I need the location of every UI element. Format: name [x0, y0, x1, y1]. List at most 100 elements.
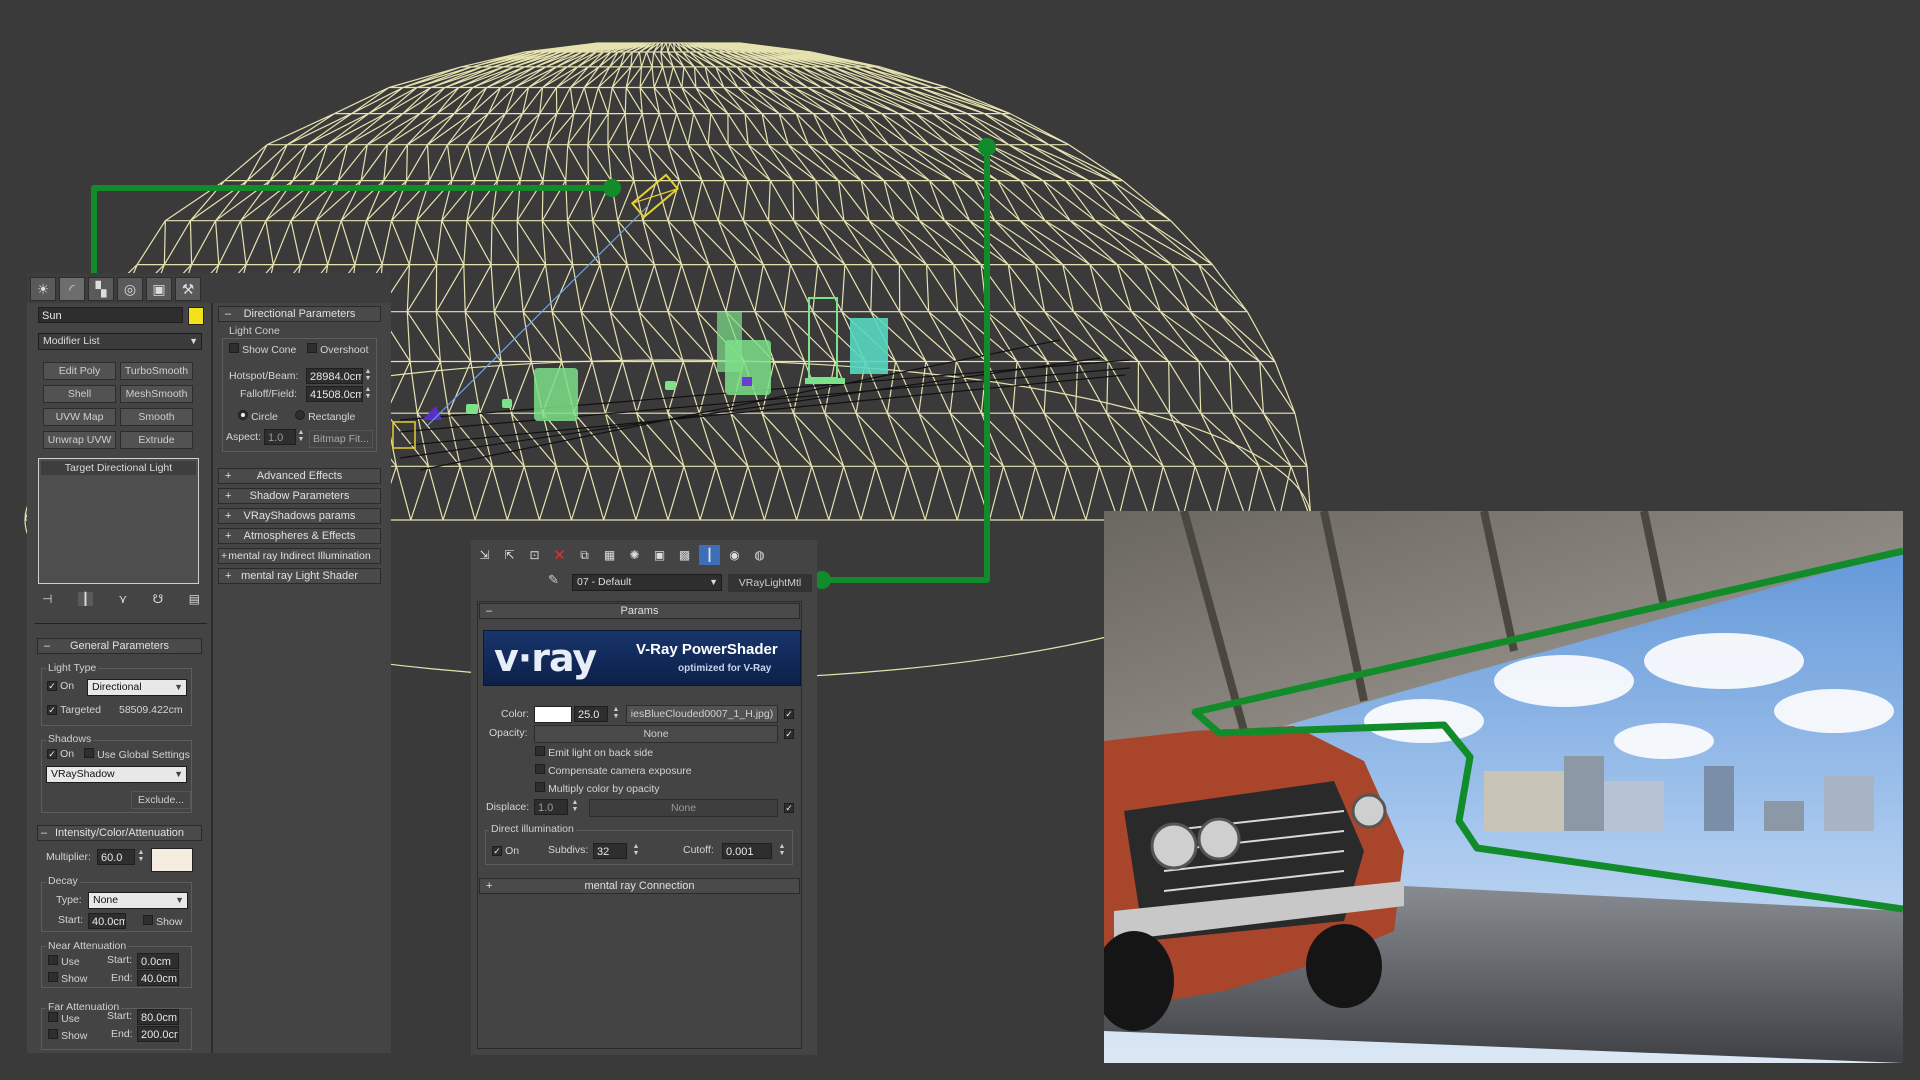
get-material-icon[interactable]: ⇲ [474, 545, 495, 565]
falloff-field[interactable]: 41508.0cm [306, 386, 363, 402]
background-icon[interactable]: ◍ [749, 545, 770, 565]
mental-ray-connection-rollout[interactable]: + mental ray Connection [479, 878, 800, 894]
stack-item-target-directional-light[interactable]: Target Directional Light [41, 461, 196, 475]
emit-back-side-checkbox[interactable]: Emit light on back side [535, 746, 653, 759]
multiplier-field[interactable]: 60.0 [97, 849, 135, 865]
bitmap-fit-button[interactable]: Bitmap Fit... [309, 430, 373, 448]
shell-button[interactable]: Shell [43, 385, 116, 403]
show-cone-checkbox[interactable]: Show Cone [229, 343, 296, 356]
displace-field[interactable]: 1.0 [534, 799, 568, 815]
far-use-checkbox[interactable]: Use [48, 1012, 80, 1025]
edit-poly-button[interactable]: Edit Poly [43, 362, 116, 380]
object-color-swatch[interactable] [188, 307, 204, 325]
cutoff-spinner-icon[interactable]: ▲ ▼ [778, 843, 786, 859]
color-swatch[interactable] [534, 706, 572, 723]
subdivs-spinner-icon[interactable]: ▲ ▼ [632, 843, 640, 859]
directional-parameters-rollout[interactable]: – Directional Parameters [218, 306, 381, 322]
general-parameters-rollout[interactable]: – General Parameters [37, 638, 202, 654]
smooth-button[interactable]: Smooth [120, 408, 193, 426]
opacity-map-button[interactable]: None [534, 725, 778, 743]
displace-spinner-icon[interactable]: ▲ ▼ [571, 799, 579, 815]
mental-ray-indirect-rollout[interactable]: + mental ray Indirect Illumination [218, 548, 381, 564]
vrayshadows-params-rollout[interactable]: + VRayShadows params [218, 508, 381, 524]
modifier-list-dropdown[interactable]: Modifier List ▼ [38, 333, 202, 350]
eyedropper-icon[interactable]: ✎ [548, 572, 559, 588]
multiplier-spinner-icon[interactable]: ▲ ▼ [137, 849, 145, 865]
overshoot-checkbox[interactable]: Overshoot [307, 343, 369, 356]
shadows-on-checkbox[interactable]: ✓ On [47, 748, 74, 760]
displace-map-button[interactable]: None [589, 799, 778, 817]
light-type-dropdown[interactable]: Directional ▼ [87, 679, 187, 696]
put-material-icon[interactable]: ⇱ [499, 545, 520, 565]
atmospheres-effects-rollout[interactable]: + Atmospheres & Effects [218, 528, 381, 544]
show-end-result-icon[interactable]: ▩ [674, 545, 695, 565]
decay-show-checkbox[interactable]: Show [143, 915, 182, 928]
color-spinner-icon[interactable]: ▲ ▼ [612, 706, 620, 722]
hotspot-field[interactable]: 28984.0cm [306, 368, 363, 384]
hierarchy-icon[interactable]: ▚ [88, 277, 114, 301]
turbosmooth-button[interactable]: TurboSmooth [120, 362, 193, 380]
delete-icon[interactable]: ✕ [549, 545, 570, 565]
circle-radio[interactable]: Circle [238, 410, 278, 423]
direct-on-checkbox[interactable]: ✓ On [492, 845, 519, 857]
create-icon[interactable]: ☀ [30, 277, 56, 301]
intensity-rollout[interactable]: – Intensity/Color/Attenuation [37, 825, 202, 841]
aspect-spinner-icon[interactable]: ▲ ▼ [297, 429, 305, 445]
targeted-checkbox[interactable]: ✓ Targeted [47, 704, 101, 716]
go-sibling-icon[interactable]: ◉ [724, 545, 745, 565]
params-rollout[interactable]: – Params [479, 603, 800, 619]
material-name-dropdown[interactable]: 07 - Default ▼ [572, 574, 722, 591]
show-end-result-icon[interactable]: ┃ [77, 592, 94, 606]
extrude-button[interactable]: Extrude [120, 431, 193, 449]
mental-ray-light-shader-rollout[interactable]: + mental ray Light Shader [218, 568, 381, 584]
pin-stack-icon[interactable]: ⊣ [42, 592, 52, 606]
remove-modifier-icon[interactable]: ☋ [153, 592, 164, 606]
color-multiplier-field[interactable]: 25.0 [574, 706, 608, 722]
light-color-swatch[interactable] [151, 848, 193, 872]
utilities-icon[interactable]: ⚒ [175, 277, 201, 301]
make-unique-icon[interactable]: ⋎ [118, 592, 127, 606]
use-global-settings-checkbox[interactable]: Use Global Settings [84, 748, 190, 761]
unwrap-uvw-button[interactable]: Unwrap UVW [43, 431, 116, 449]
exclude-button[interactable]: Exclude... [131, 791, 191, 809]
put-library-icon[interactable]: ▦ [599, 545, 620, 565]
cutoff-field[interactable]: 0.001 [722, 843, 772, 859]
motion-icon[interactable]: ◎ [117, 277, 143, 301]
far-end-field[interactable]: 200.0cm [137, 1026, 179, 1042]
advanced-effects-rollout[interactable]: + Advanced Effects [218, 468, 381, 484]
configure-sets-icon[interactable]: ▤ [189, 592, 200, 606]
decay-start-field[interactable]: 40.0cm [88, 913, 126, 929]
shadow-parameters-rollout[interactable]: + Shadow Parameters [218, 488, 381, 504]
assign-material-icon[interactable]: ⊡ [524, 545, 545, 565]
aspect-field[interactable]: 1.0 [264, 429, 296, 445]
subdivs-field[interactable]: 32 [593, 843, 627, 859]
compensate-exposure-checkbox[interactable]: Compensate camera exposure [535, 764, 692, 777]
color-map-button[interactable]: iesBlueClouded0007_1_H.jpg) [626, 705, 778, 723]
object-name-field[interactable]: Sun [38, 307, 183, 323]
make-unique-icon[interactable]: ⧉ [574, 545, 595, 565]
go-parent-icon[interactable]: ┃ [699, 545, 720, 565]
decay-type-dropdown[interactable]: None ▼ [88, 892, 188, 909]
modify-icon[interactable]: ◜ [59, 277, 85, 301]
show-map-icon[interactable]: ▣ [649, 545, 670, 565]
material-id-icon[interactable]: ✺ [624, 545, 645, 565]
meshsmooth-button[interactable]: MeshSmooth [120, 385, 193, 403]
near-end-field[interactable]: 40.0cm [137, 970, 179, 986]
material-type-button[interactable]: VRayLightMtl [728, 574, 812, 592]
near-show-checkbox[interactable]: Show [48, 972, 87, 985]
shadow-type-dropdown[interactable]: VRayShadow ▼ [46, 766, 187, 783]
falloff-spinner-icon[interactable]: ▲ ▼ [364, 386, 372, 402]
far-start-field[interactable]: 80.0cm [137, 1009, 179, 1025]
display-icon[interactable]: ▣ [146, 277, 172, 301]
color-map-checkbox[interactable]: ✓ [784, 709, 794, 719]
opacity-map-checkbox[interactable]: ✓ [784, 729, 794, 739]
multiply-opacity-checkbox[interactable]: Multiply color by opacity [535, 782, 660, 795]
hotspot-spinner-icon[interactable]: ▲ ▼ [364, 368, 372, 384]
uvw-map-button[interactable]: UVW Map [43, 408, 116, 426]
modifier-stack[interactable]: Target Directional Light [38, 458, 199, 584]
rectangle-radio[interactable]: Rectangle [295, 410, 355, 423]
near-use-checkbox[interactable]: Use [48, 955, 80, 968]
near-start-field[interactable]: 0.0cm [137, 953, 179, 969]
light-on-checkbox[interactable]: ✓ On [47, 680, 74, 692]
far-show-checkbox[interactable]: Show [48, 1029, 87, 1042]
